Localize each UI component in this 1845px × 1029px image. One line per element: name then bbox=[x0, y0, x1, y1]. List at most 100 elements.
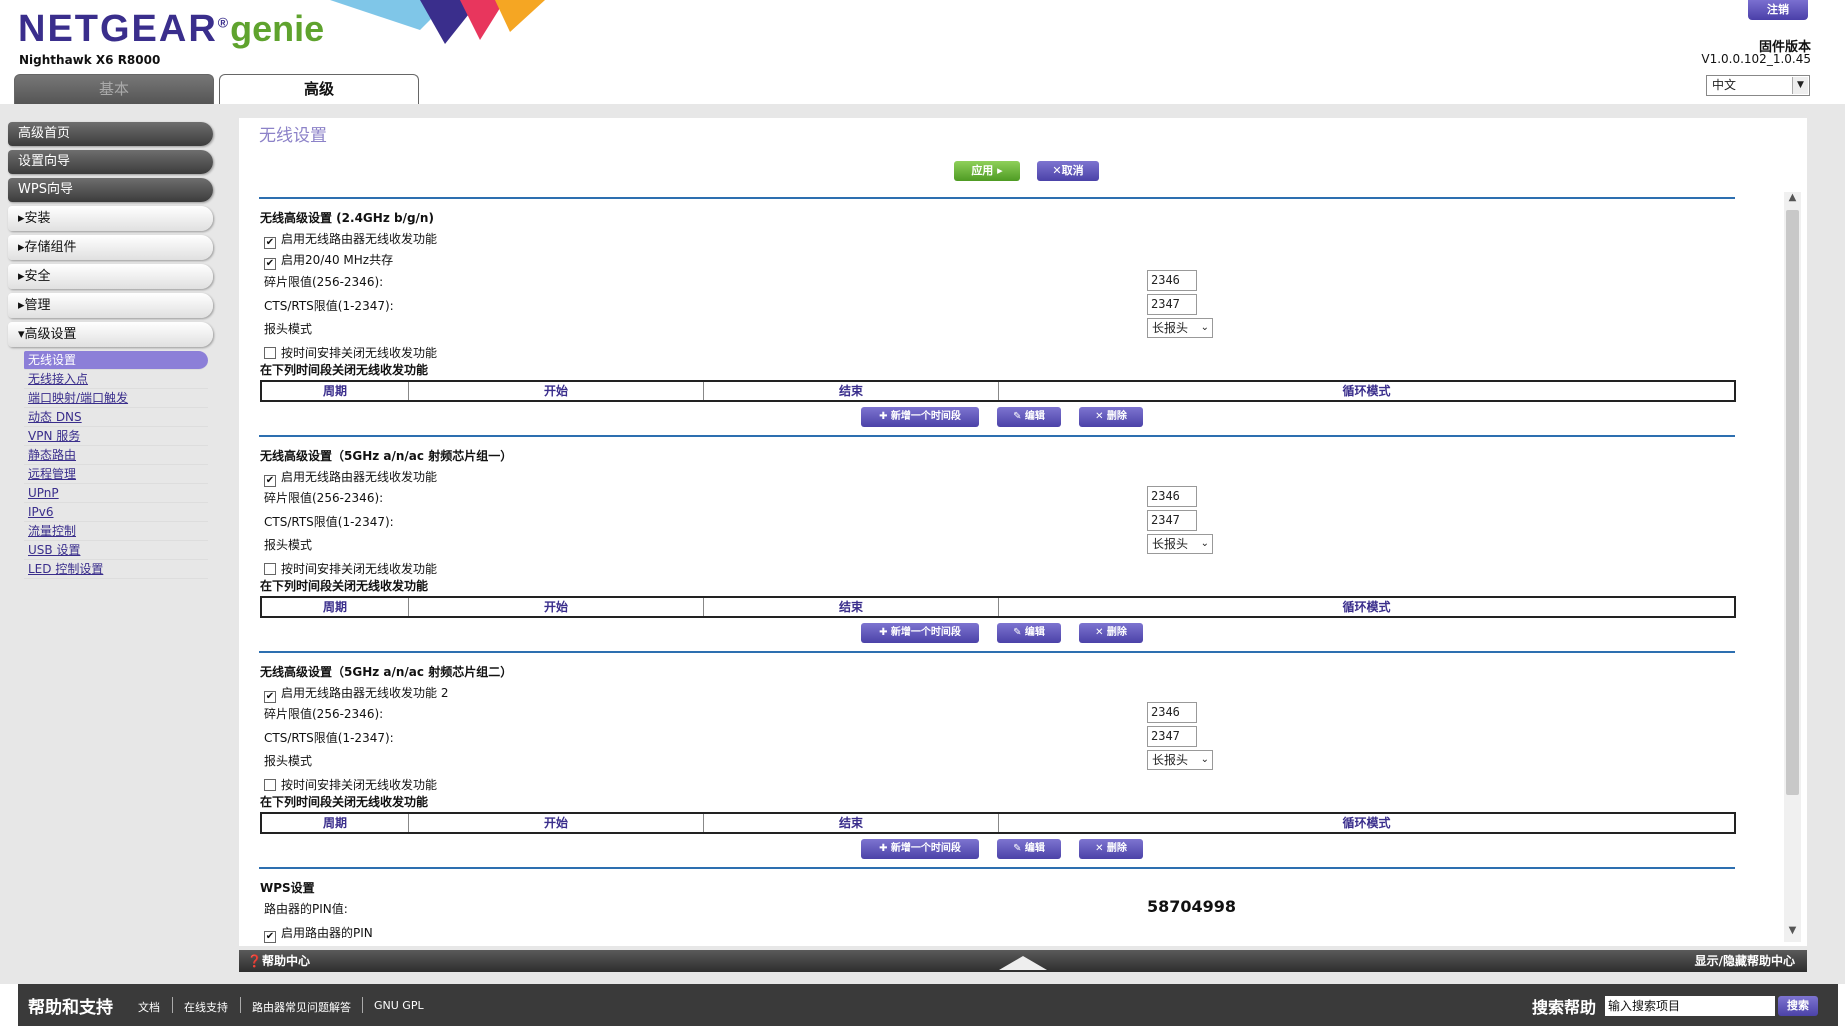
sidebar-sub-vpn[interactable]: VPN 服务 bbox=[24, 427, 208, 446]
preamble-label-5ghz-1: 报头模式 bbox=[264, 538, 313, 552]
sidebar-sub-traffic-meter[interactable]: 流量控制 bbox=[24, 522, 208, 541]
search-help-input[interactable]: 输入搜索项目 bbox=[1605, 996, 1775, 1016]
schedule-off-5ghz-2-checkbox[interactable] bbox=[264, 779, 276, 791]
sidebar-sub-remote-management[interactable]: 远程管理 bbox=[24, 465, 208, 484]
chevron-down-icon: ⌄ bbox=[1200, 538, 1209, 549]
enable-pin-checkbox[interactable]: ✔ bbox=[264, 931, 276, 943]
sidebar-sub-static-routes[interactable]: 静态路由 bbox=[24, 446, 208, 465]
expand-arrow-icon[interactable] bbox=[999, 956, 1047, 970]
edit-button-5ghz-1[interactable]: ✎ 编辑 bbox=[997, 623, 1061, 643]
cancel-button[interactable]: ✕取消 bbox=[1037, 161, 1099, 181]
sidebar-item-wps-wizard[interactable]: WPS向导 bbox=[8, 178, 213, 202]
help-center-bar[interactable]: ❓帮助中心 显示/隐藏帮助中心 bbox=[239, 950, 1807, 972]
footer-link-docs[interactable]: 文档 bbox=[138, 999, 160, 1015]
preamble-label-5ghz-2: 报头模式 bbox=[264, 754, 313, 768]
language-value: 中文 bbox=[1712, 78, 1737, 92]
help-icon: ❓ bbox=[247, 954, 262, 968]
sidebar-sub-dynamic-dns[interactable]: 动态 DNS bbox=[24, 408, 208, 427]
apply-button[interactable]: 应用 ▸ bbox=[954, 161, 1020, 181]
cts-label-24ghz: CTS/RTS限值(1-2347): bbox=[264, 299, 394, 313]
enable-radio-5ghz-1-row: ✔ 启用无线路由器无线收发功能 bbox=[264, 470, 438, 487]
logout-button[interactable]: 注销 bbox=[1748, 0, 1808, 20]
tab-advanced[interactable]: 高级 bbox=[219, 74, 419, 104]
section-title-5ghz-2: 无线高级设置（5GHz a/n/ac 射频芯片组二） bbox=[260, 665, 513, 679]
schedule-header-start: 开始 bbox=[409, 598, 704, 616]
sidebar-item-advanced-home[interactable]: 高级首页 bbox=[8, 122, 213, 146]
schedule-header-repeat: 循环模式 bbox=[1342, 600, 1391, 614]
scroll-down-icon[interactable]: ▼ bbox=[1784, 925, 1801, 942]
frag-input-24ghz[interactable]: 2346 bbox=[1147, 270, 1197, 291]
enable-radio-24ghz-checkbox[interactable]: ✔ bbox=[264, 237, 276, 249]
sidebar-item-setup-wizard[interactable]: 设置向导 bbox=[8, 150, 213, 174]
section-title-24ghz: 无线高级设置 (2.4GHz b/g/n) bbox=[260, 211, 434, 225]
delete-button-5ghz-2[interactable]: ✕ 删除 bbox=[1079, 839, 1143, 859]
cts-input-5ghz-1[interactable]: 2347 bbox=[1147, 510, 1197, 531]
preamble-select-5ghz-1[interactable]: 长报头 ⌄ bbox=[1147, 534, 1213, 554]
preamble-select-5ghz-2[interactable]: 长报头 ⌄ bbox=[1147, 750, 1213, 770]
schedule-off-5ghz-1-checkbox[interactable] bbox=[264, 563, 276, 575]
add-period-button-24ghz[interactable]: ✚ 新增一个时间段 bbox=[861, 407, 979, 427]
enable-radio-5ghz-1-checkbox[interactable]: ✔ bbox=[264, 475, 276, 487]
schedule-header-period: 周期 bbox=[262, 814, 409, 832]
sidebar-item-administration[interactable]: ▸管理 bbox=[8, 293, 213, 318]
schedule-title-5ghz-2: 在下列时间段关闭无线收发功能 bbox=[260, 795, 429, 809]
sidebar-sub-led-control[interactable]: LED 控制设置 bbox=[24, 560, 208, 579]
add-period-button-5ghz-2[interactable]: ✚ 新增一个时间段 bbox=[861, 839, 979, 859]
add-period-button-5ghz-1[interactable]: ✚ 新增一个时间段 bbox=[861, 623, 979, 643]
cts-label-5ghz-2: CTS/RTS限值(1-2347): bbox=[264, 731, 394, 745]
footer-separator bbox=[240, 997, 241, 1013]
sidebar-item-security[interactable]: ▸安全 bbox=[8, 264, 213, 289]
advanced-setup-submenu: 无线设置 无线接入点 端口映射/端口触发 动态 DNS VPN 服务 静态路由 … bbox=[8, 351, 213, 579]
header: NETGEAR®genie Nighthawk X6 R8000 基本 高级 注… bbox=[0, 0, 1845, 104]
footer: 帮助和支持 文档 在线支持 路由器常见问题解答 GNU GPL 搜索帮助 输入搜… bbox=[18, 984, 1838, 1026]
footer-separator bbox=[172, 997, 173, 1013]
chevron-down-icon: ⌄ bbox=[1200, 322, 1209, 333]
sidebar-sub-usb-settings[interactable]: USB 设置 bbox=[24, 541, 208, 560]
delete-button-24ghz[interactable]: ✕ 删除 bbox=[1079, 407, 1143, 427]
footer-link-faq[interactable]: 路由器常见问题解答 bbox=[252, 999, 351, 1015]
cts-input-24ghz[interactable]: 2347 bbox=[1147, 294, 1197, 315]
schedule-header-period: 周期 bbox=[262, 382, 409, 400]
help-center-label: ❓帮助中心 bbox=[247, 954, 310, 968]
edit-button-5ghz-2[interactable]: ✎ 编辑 bbox=[997, 839, 1061, 859]
sidebar-item-storage[interactable]: ▸存储组件 bbox=[8, 235, 213, 260]
sidebar-item-setup[interactable]: ▸安装 bbox=[8, 206, 213, 231]
section-divider bbox=[259, 435, 1735, 437]
schedule-header-end: 结束 bbox=[704, 598, 999, 616]
firmware-version: V1.0.0.102_1.0.45 bbox=[1701, 52, 1811, 66]
delete-button-5ghz-1[interactable]: ✕ 删除 bbox=[1079, 623, 1143, 643]
schedule-table-5ghz-1: 周期 开始 结束 循环模式 bbox=[260, 596, 1736, 618]
footer-link-online-support[interactable]: 在线支持 bbox=[184, 999, 228, 1015]
sidebar-item-advanced-setup[interactable]: ▾高级设置 bbox=[8, 322, 213, 347]
sidebar-sub-ipv6[interactable]: IPv6 bbox=[24, 503, 208, 522]
frag-input-5ghz-1[interactable]: 2346 bbox=[1147, 486, 1197, 507]
schedule-off-24ghz-checkbox[interactable] bbox=[264, 347, 276, 359]
toggle-help-center[interactable]: 显示/隐藏帮助中心 bbox=[1695, 950, 1795, 972]
coexist-checkbox[interactable]: ✔ bbox=[264, 258, 276, 270]
sidebar-sub-upnp[interactable]: UPnP bbox=[24, 484, 208, 503]
wps-pin-label: 路由器的PIN值: bbox=[264, 902, 348, 916]
schedule-off-5ghz-1-row: 按时间安排关闭无线收发功能 bbox=[264, 560, 437, 577]
sidebar-sub-port-forwarding[interactable]: 端口映射/端口触发 bbox=[24, 389, 208, 408]
edit-button-24ghz[interactable]: ✎ 编辑 bbox=[997, 407, 1061, 427]
scroll-up-icon[interactable]: ▲ bbox=[1784, 192, 1801, 209]
sidebar-sub-wireless-settings[interactable]: 无线设置 bbox=[24, 351, 208, 370]
schedule-table-5ghz-2: 周期 开始 结束 循环模式 bbox=[260, 812, 1736, 834]
main-scrollbar[interactable]: ▲ ▼ bbox=[1784, 192, 1801, 942]
search-help-label: 搜索帮助 bbox=[1532, 998, 1597, 1017]
enable-radio-5ghz-2-checkbox[interactable]: ✔ bbox=[264, 691, 276, 703]
frag-input-5ghz-2[interactable]: 2346 bbox=[1147, 702, 1197, 723]
footer-link-gpl[interactable]: GNU GPL bbox=[374, 999, 424, 1012]
tab-basic[interactable]: 基本 bbox=[14, 74, 214, 104]
schedule-header-repeat: 循环模式 bbox=[1342, 384, 1391, 398]
frag-label-5ghz-2: 碎片限值(256-2346): bbox=[264, 707, 384, 721]
sidebar-sub-access-point[interactable]: 无线接入点 bbox=[24, 370, 208, 389]
scroll-thumb[interactable] bbox=[1786, 210, 1799, 795]
cts-input-5ghz-2[interactable]: 2347 bbox=[1147, 726, 1197, 747]
search-button[interactable]: 搜索 bbox=[1778, 996, 1818, 1016]
preamble-select-24ghz[interactable]: 长报头 ⌄ bbox=[1147, 318, 1213, 338]
frag-label-24ghz: 碎片限值(256-2346): bbox=[264, 275, 384, 289]
language-select[interactable]: 中文 ▼ bbox=[1706, 75, 1810, 96]
preamble-label-24ghz: 报头模式 bbox=[264, 322, 313, 336]
schedule-header-period: 周期 bbox=[262, 598, 409, 616]
